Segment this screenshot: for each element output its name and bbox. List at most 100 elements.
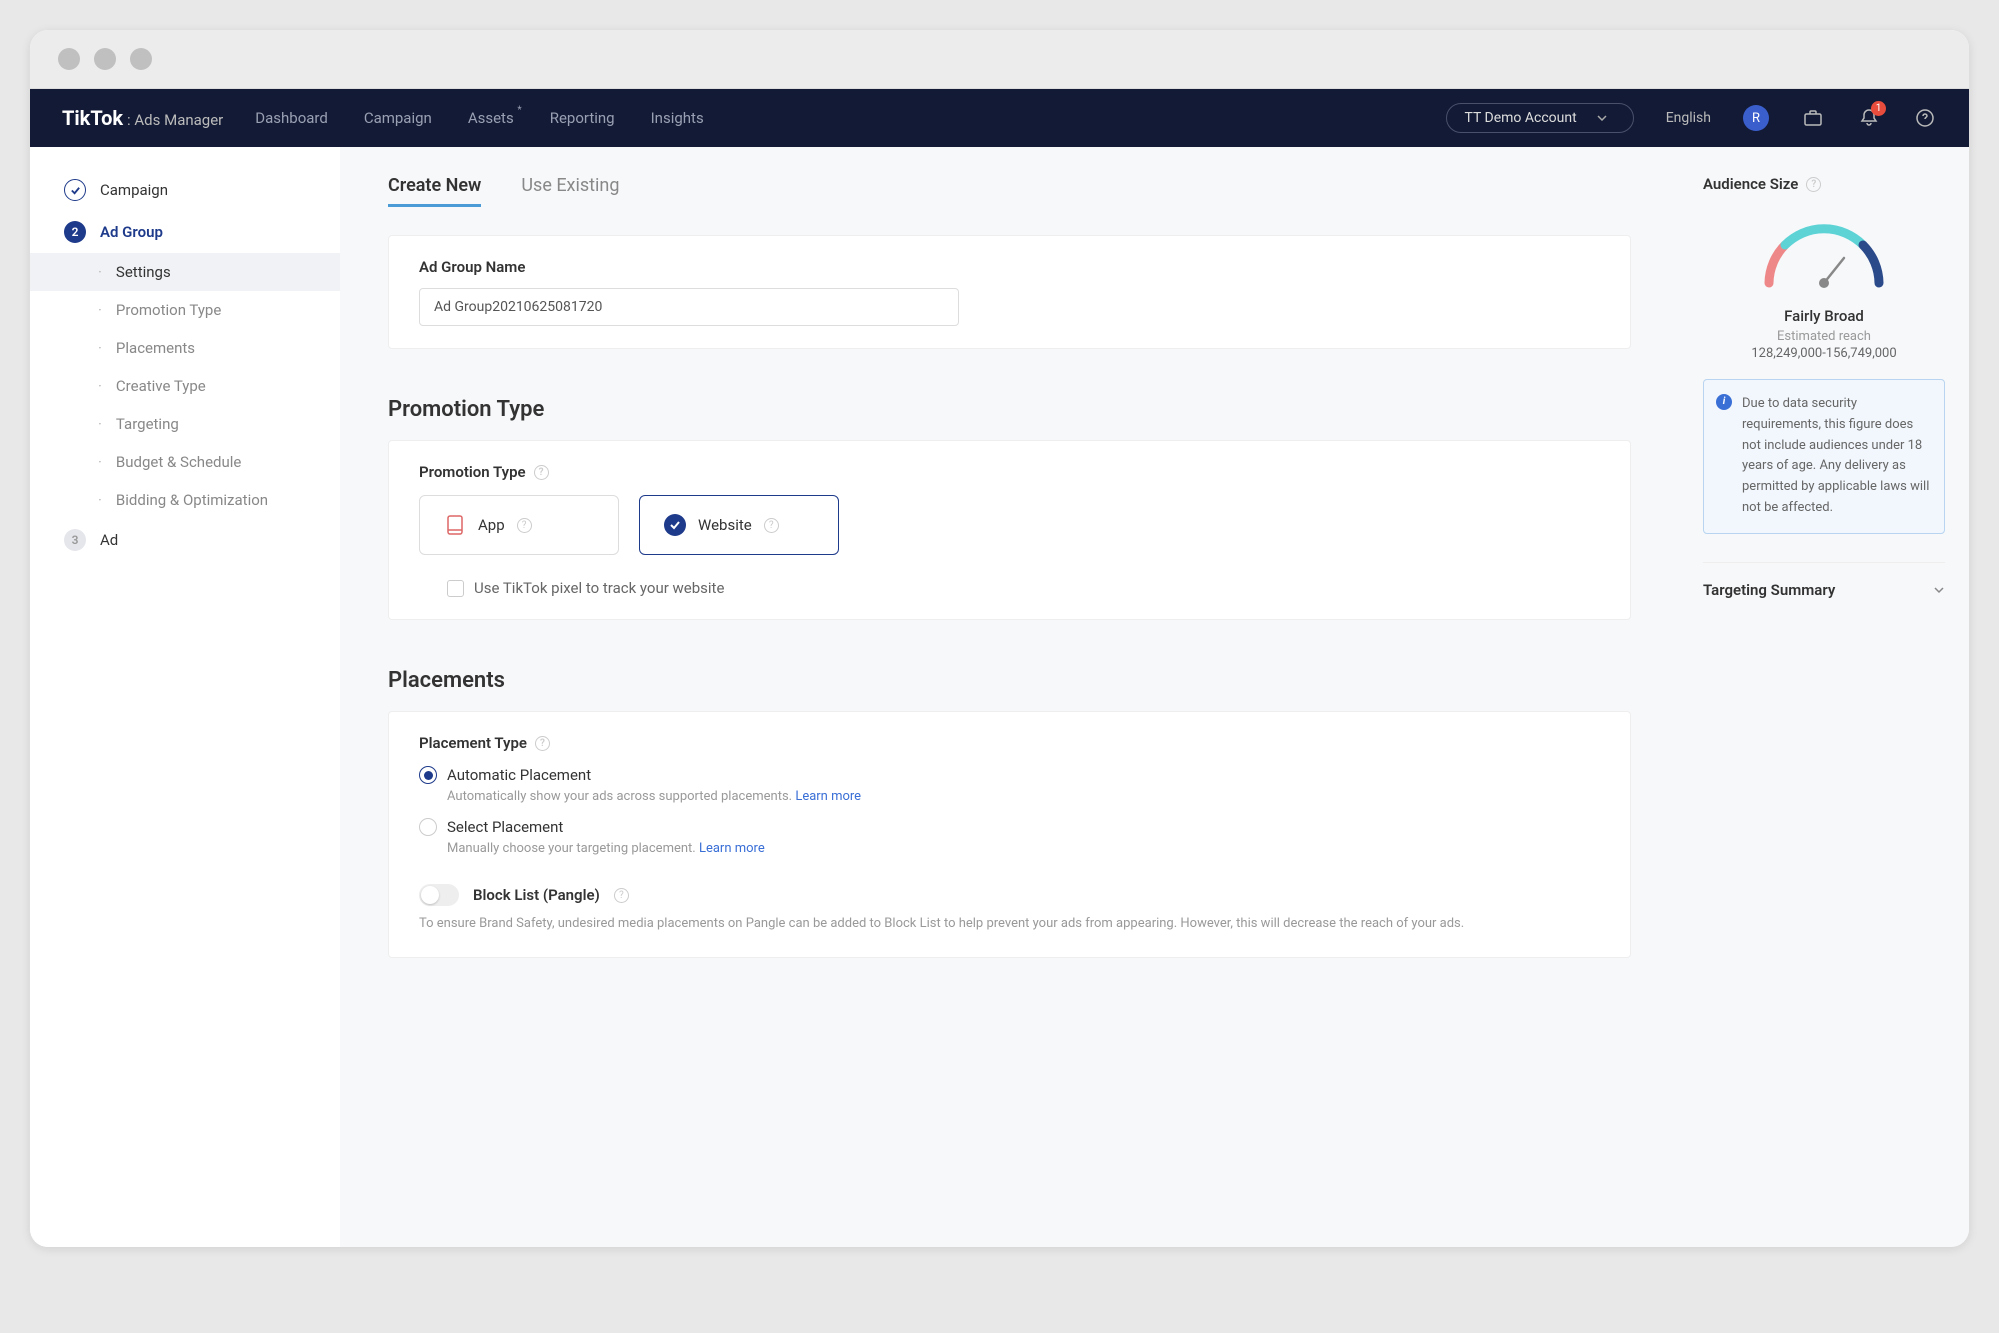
account-name: TT Demo Account — [1465, 110, 1577, 126]
tabs: Create New Use Existing — [388, 147, 1631, 217]
promo-option-app[interactable]: App ? — [419, 495, 619, 555]
sidebar-item-placements[interactable]: Placements — [30, 329, 340, 367]
user-avatar[interactable]: R — [1743, 105, 1769, 131]
nav-assets[interactable]: Assets* — [468, 109, 514, 127]
step-label: Ad Group — [100, 223, 163, 241]
promotion-type-title: Promotion Type — [388, 397, 1631, 422]
page-body: Campaign 2 Ad Group Settings Promotion T… — [30, 147, 1969, 1247]
block-list-label: Block List (Pangle) — [473, 886, 600, 904]
promotion-type-card: Promotion Type ? App ? Website ? — [388, 440, 1631, 620]
learn-more-link[interactable]: Learn more — [795, 789, 861, 804]
help-icon[interactable]: ? — [534, 465, 549, 480]
promo-app-label: App — [478, 516, 505, 534]
nav-insights[interactable]: Insights — [651, 109, 704, 127]
promo-website-label: Website — [698, 516, 752, 534]
sidebar-item-promotion-type[interactable]: Promotion Type — [30, 291, 340, 329]
window-dot[interactable] — [94, 48, 116, 70]
app-window: TikTok: Ads Manager Dashboard Campaign A… — [30, 30, 1969, 1247]
step-number: 2 — [64, 221, 86, 243]
info-icon: i — [1716, 394, 1732, 410]
radio-label: Automatic Placement — [447, 766, 591, 784]
account-switcher[interactable]: TT Demo Account — [1446, 103, 1634, 133]
block-list-description: To ensure Brand Safety, undesired media … — [419, 914, 1600, 935]
brand-logo: TikTok: Ads Manager — [62, 106, 223, 130]
main-nav: Dashboard Campaign Assets* Reporting Ins… — [255, 109, 703, 127]
pixel-checkbox-row: Use TikTok pixel to track your website — [447, 579, 1600, 597]
audience-size-title: Audience Size ? — [1703, 175, 1945, 193]
step-sidebar: Campaign 2 Ad Group Settings Promotion T… — [30, 147, 340, 1247]
step-ad[interactable]: 3 Ad — [30, 519, 340, 561]
brand-sub: : Ads Manager — [127, 111, 223, 129]
tablet-icon — [444, 514, 466, 536]
help-icon[interactable]: ? — [614, 888, 629, 903]
audience-level: Fairly Broad — [1703, 307, 1945, 325]
main-content: Create New Use Existing Ad Group Name Pr… — [340, 147, 1679, 1247]
promo-option-website[interactable]: Website ? — [639, 495, 839, 555]
radio-icon — [419, 818, 437, 836]
help-icon[interactable]: ? — [1806, 177, 1821, 192]
learn-more-link[interactable]: Learn more — [699, 841, 765, 856]
radio-icon — [419, 766, 437, 784]
sidebar-item-creative-type[interactable]: Creative Type — [30, 367, 340, 405]
radio-select-placement[interactable]: Select Placement Manually choose your ta… — [419, 818, 1600, 856]
right-column: Audience Size ? Fairly Broad Estimated r… — [1679, 147, 1969, 1247]
sidebar-item-targeting[interactable]: Targeting — [30, 405, 340, 443]
step-label: Ad — [100, 531, 118, 549]
notice-text: Due to data security requirements, this … — [1742, 396, 1929, 515]
radio-automatic-placement[interactable]: Automatic Placement Automatically show y… — [419, 766, 1600, 804]
placements-card: Placement Type ? Automatic Placement Aut… — [388, 711, 1631, 958]
help-icon[interactable]: ? — [517, 518, 532, 533]
adgroup-name-label: Ad Group Name — [419, 258, 1600, 276]
block-list-toggle[interactable] — [419, 884, 459, 906]
block-list-row: Block List (Pangle) ? — [419, 884, 1600, 906]
sidebar-item-settings[interactable]: Settings — [30, 253, 340, 291]
check-icon — [64, 179, 86, 201]
sidebar-item-budget-schedule[interactable]: Budget & Schedule — [30, 443, 340, 481]
pixel-label: Use TikTok pixel to track your website — [474, 579, 724, 597]
audience-gauge: Fairly Broad Estimated reach 128,249,000… — [1703, 213, 1945, 361]
radio-description: Automatically show your ads across suppo… — [447, 789, 1600, 804]
nav-reporting[interactable]: Reporting — [550, 109, 615, 127]
step-campaign[interactable]: Campaign — [30, 169, 340, 211]
chevron-down-icon — [1597, 115, 1607, 121]
radio-label: Select Placement — [447, 818, 563, 836]
help-icon[interactable]: ? — [535, 736, 550, 751]
targeting-summary-toggle[interactable]: Targeting Summary — [1703, 562, 1945, 599]
bell-icon[interactable]: 1 — [1857, 106, 1881, 130]
audience-size-text: Audience Size — [1703, 175, 1798, 193]
placement-type-label: Placement Type ? — [419, 734, 1600, 752]
adgroup-name-input[interactable] — [419, 288, 959, 326]
gauge-icon — [1749, 213, 1899, 293]
radio-description: Manually choose your targeting placement… — [447, 841, 1600, 856]
window-dot[interactable] — [130, 48, 152, 70]
chevron-down-icon — [1933, 586, 1945, 594]
promotion-type-label: Promotion Type ? — [419, 463, 1600, 481]
step-number: 3 — [64, 529, 86, 551]
adgroup-name-card: Ad Group Name — [388, 235, 1631, 349]
placement-type-text: Placement Type — [419, 734, 527, 752]
promo-type-text: Promotion Type — [419, 463, 526, 481]
help-icon[interactable] — [1913, 106, 1937, 130]
window-dot[interactable] — [58, 48, 80, 70]
notification-badge: 1 — [1871, 101, 1886, 116]
step-ad-group[interactable]: 2 Ad Group — [30, 211, 340, 253]
nav-dashboard[interactable]: Dashboard — [255, 109, 328, 127]
targeting-summary-label: Targeting Summary — [1703, 581, 1835, 599]
audience-notice: i Due to data security requirements, thi… — [1703, 379, 1945, 534]
audience-range: 128,249,000-156,749,000 — [1703, 346, 1945, 361]
nav-campaign[interactable]: Campaign — [364, 109, 432, 127]
tab-use-existing[interactable]: Use Existing — [521, 175, 619, 207]
nav-assets-label: Assets — [468, 109, 514, 127]
estimated-reach-label: Estimated reach — [1703, 329, 1945, 344]
language-selector[interactable]: English — [1666, 110, 1711, 126]
check-icon — [664, 514, 686, 536]
top-header: TikTok: Ads Manager Dashboard Campaign A… — [30, 89, 1969, 147]
placements-title: Placements — [388, 668, 1631, 693]
assets-asterisk-icon: * — [517, 105, 521, 116]
sidebar-item-bidding-optimization[interactable]: Bidding & Optimization — [30, 481, 340, 519]
help-icon[interactable]: ? — [764, 518, 779, 533]
pixel-checkbox[interactable] — [447, 580, 464, 597]
window-titlebar — [30, 30, 1969, 89]
tab-create-new[interactable]: Create New — [388, 175, 481, 207]
briefcase-icon[interactable] — [1801, 106, 1825, 130]
